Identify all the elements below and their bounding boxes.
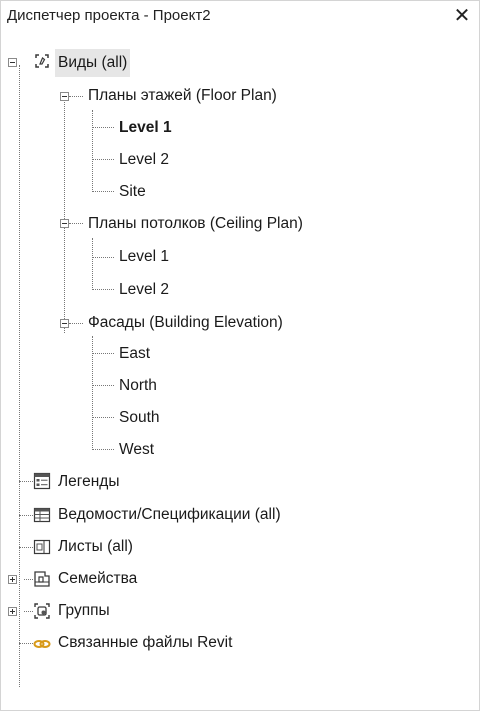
schedule-icon — [33, 507, 51, 523]
tree-item-schedules[interactable]: Ведомости/Спецификации (all) — [55, 501, 284, 529]
tree-line — [69, 323, 83, 324]
tree-item-views[interactable]: Виды (all) — [55, 49, 131, 77]
views-icon — [35, 54, 49, 68]
tree-item-label: Группы — [58, 602, 110, 619]
legend-icon — [33, 472, 51, 490]
tree-line — [92, 257, 114, 258]
expand-toggle[interactable] — [8, 575, 17, 584]
tree-line — [24, 579, 33, 580]
tree-item-label: Легенды — [58, 473, 120, 490]
tree-line — [92, 385, 114, 386]
tree-item-label: Семейства — [58, 570, 138, 587]
tree-item-floor-plans[interactable]: Планы этажей (Floor Plan) — [85, 82, 280, 110]
tree-line — [92, 289, 114, 290]
tree-item-elevations[interactable]: Фасады (Building Elevation) — [85, 309, 286, 337]
tree-item-ceiling-level-2[interactable]: Level 2 — [116, 276, 172, 304]
tree-item-label: Листы (all) — [58, 538, 133, 555]
tree-item-ceiling-plans[interactable]: Планы потолков (Ceiling Plan) — [85, 210, 306, 238]
link-icon — [33, 640, 51, 648]
tree-item-label: North — [119, 377, 157, 394]
tree-item-families[interactable]: Семейства — [55, 565, 140, 593]
family-icon — [34, 571, 50, 587]
tree-item-label: East — [119, 345, 151, 362]
tree-item-label: Level 2 — [119, 281, 169, 298]
tree-item-level-2[interactable]: Level 2 — [116, 146, 172, 174]
group-icon — [34, 603, 50, 619]
tree-item-label: Ведомости/Спецификации (all) — [58, 506, 281, 523]
tree-item-label: Связанные файлы Revit — [58, 634, 233, 651]
tree-line — [92, 449, 114, 450]
panel-title: Диспетчер проекта - Проект2 — [7, 7, 211, 24]
tree-item-label: Site — [119, 183, 146, 200]
collapse-toggle[interactable] — [60, 219, 69, 228]
tree-item-west[interactable]: West — [116, 436, 157, 464]
tree-line — [19, 65, 20, 687]
tree-line — [92, 127, 114, 128]
tree-item-level-1[interactable]: Level 1 — [116, 114, 175, 142]
tree-line — [69, 96, 83, 97]
collapse-toggle[interactable] — [60, 92, 69, 101]
project-tree: Виды (all) Планы этажей (Floor Plan) Lev… — [1, 35, 479, 710]
tree-item-groups[interactable]: Группы — [55, 597, 113, 625]
tree-line — [19, 643, 33, 644]
tree-line — [92, 191, 114, 192]
tree-line — [64, 95, 65, 333]
tree-item-revit-links[interactable]: Связанные файлы Revit — [55, 629, 235, 657]
tree-line — [92, 110, 93, 192]
tree-line — [92, 238, 93, 290]
tree-line — [92, 159, 114, 160]
tree-line — [69, 223, 83, 224]
tree-line — [19, 515, 33, 516]
tree-line — [92, 417, 114, 418]
tree-item-label: Level 1 — [119, 248, 169, 265]
tree-item-east[interactable]: East — [116, 340, 153, 368]
collapse-toggle[interactable] — [60, 319, 69, 328]
tree-item-label: Фасады (Building Elevation) — [88, 314, 283, 331]
sheet-icon — [33, 539, 51, 555]
expand-toggle[interactable] — [8, 607, 17, 616]
tree-line — [92, 353, 114, 354]
tree-item-label: South — [119, 409, 160, 426]
close-button[interactable]: ✕ — [451, 1, 473, 31]
tree-line — [19, 481, 33, 482]
tree-item-legends[interactable]: Легенды — [55, 468, 122, 496]
project-browser-panel: Диспетчер проекта - Проект2 ✕ Виды (all)… — [0, 0, 480, 711]
panel-titlebar: Диспетчер проекта - Проект2 ✕ — [1, 1, 479, 31]
tree-item-label: Level 1 — [119, 119, 172, 136]
tree-item-sheets[interactable]: Листы (all) — [55, 533, 136, 561]
tree-item-north[interactable]: North — [116, 372, 160, 400]
tree-item-south[interactable]: South — [116, 404, 163, 432]
tree-item-label: West — [119, 441, 155, 458]
tree-item-label: Планы этажей (Floor Plan) — [88, 87, 277, 104]
tree-item-label: Планы потолков (Ceiling Plan) — [88, 215, 303, 232]
tree-item-site[interactable]: Site — [116, 178, 149, 206]
tree-line — [24, 611, 33, 612]
tree-item-label: Level 2 — [119, 151, 169, 168]
tree-line — [19, 547, 33, 548]
tree-item-ceiling-level-1[interactable]: Level 1 — [116, 243, 172, 271]
tree-item-label: Виды (all) — [55, 49, 131, 77]
collapse-toggle[interactable] — [8, 58, 17, 67]
